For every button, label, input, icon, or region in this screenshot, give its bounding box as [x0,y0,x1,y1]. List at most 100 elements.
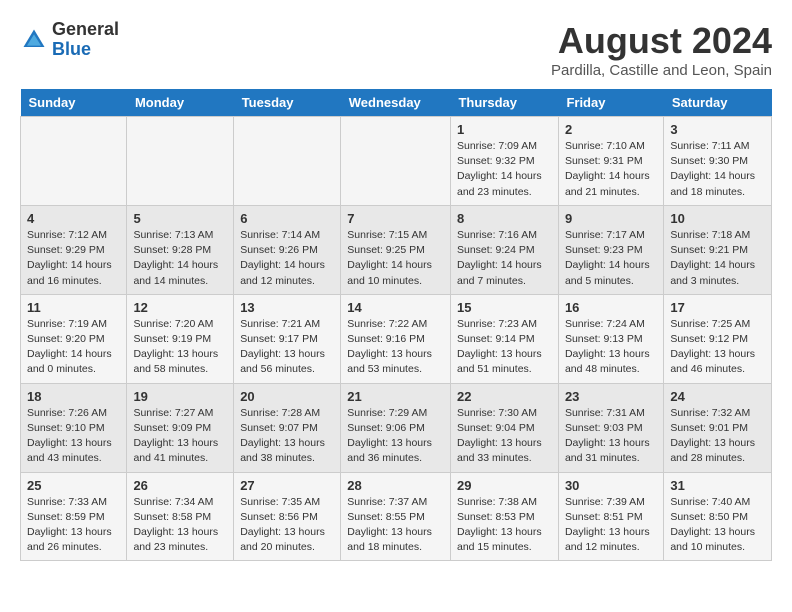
day-number: 12 [133,300,227,315]
calendar-header: SundayMondayTuesdayWednesdayThursdayFrid… [21,89,772,117]
day-details: Sunrise: 7:18 AM Sunset: 9:21 PM Dayligh… [670,228,765,289]
day-header-saturday: Saturday [664,89,772,117]
calendar-cell: 7 Sunrise: 7:15 AM Sunset: 9:25 PM Daylig… [341,205,451,294]
day-number: 6 [240,211,334,226]
title-area: August 2024 Pardilla, Castille and Leon,… [551,20,772,79]
day-number: 7 [347,211,444,226]
day-number: 13 [240,300,334,315]
day-number: 24 [670,389,765,404]
calendar-cell: 15 Sunrise: 7:23 AM Sunset: 9:14 PM Dayli… [450,294,558,383]
day-number: 30 [565,478,657,493]
week-row-3: 11 Sunrise: 7:19 AM Sunset: 9:20 PM Dayli… [21,294,772,383]
day-details: Sunrise: 7:23 AM Sunset: 9:14 PM Dayligh… [457,317,552,378]
day-details: Sunrise: 7:25 AM Sunset: 9:12 PM Dayligh… [670,317,765,378]
day-header-monday: Monday [127,89,234,117]
day-number: 15 [457,300,552,315]
day-details: Sunrise: 7:39 AM Sunset: 8:51 PM Dayligh… [565,495,657,556]
calendar-cell: 5 Sunrise: 7:13 AM Sunset: 9:28 PM Daylig… [127,205,234,294]
calendar-cell: 17 Sunrise: 7:25 AM Sunset: 9:12 PM Dayli… [664,294,772,383]
day-details: Sunrise: 7:19 AM Sunset: 9:20 PM Dayligh… [27,317,120,378]
day-number: 5 [133,211,227,226]
calendar-cell: 26 Sunrise: 7:34 AM Sunset: 8:58 PM Dayli… [127,472,234,561]
calendar-cell [127,117,234,206]
day-number: 21 [347,389,444,404]
day-details: Sunrise: 7:37 AM Sunset: 8:55 PM Dayligh… [347,495,444,556]
day-number: 28 [347,478,444,493]
day-details: Sunrise: 7:29 AM Sunset: 9:06 PM Dayligh… [347,406,444,467]
day-number: 10 [670,211,765,226]
week-row-5: 25Sunrise: 7:33 AM Sunset: 8:59 PM Dayli… [21,472,772,561]
day-details: Sunrise: 7:28 AM Sunset: 9:07 PM Dayligh… [240,406,334,467]
day-number: 31 [670,478,765,493]
logo-text: General Blue [52,20,119,60]
day-number: 29 [457,478,552,493]
calendar-cell: 31 Sunrise: 7:40 AM Sunset: 8:50 PM Dayli… [664,472,772,561]
calendar-cell: 19 Sunrise: 7:27 AM Sunset: 9:09 PM Dayli… [127,383,234,472]
calendar-cell: 21 Sunrise: 7:29 AM Sunset: 9:06 PM Dayli… [341,383,451,472]
day-number: 19 [133,389,227,404]
day-details: Sunrise: 7:15 AM Sunset: 9:25 PM Dayligh… [347,228,444,289]
day-number: 23 [565,389,657,404]
calendar-cell: 23 Sunrise: 7:31 AM Sunset: 9:03 PM Dayli… [558,383,663,472]
calendar-cell: 13 Sunrise: 7:21 AM Sunset: 9:17 PM Dayli… [234,294,341,383]
calendar-table: SundayMondayTuesdayWednesdayThursdayFrid… [20,89,772,561]
day-number: 20 [240,389,334,404]
day-details: Sunrise: 7:21 AM Sunset: 9:17 PM Dayligh… [240,317,334,378]
calendar-cell: 4 Sunrise: 7:12 AM Sunset: 9:29 PM Daylig… [21,205,127,294]
day-details: Sunrise: 7:20 AM Sunset: 9:19 PM Dayligh… [133,317,227,378]
day-number: 16 [565,300,657,315]
day-number: 14 [347,300,444,315]
day-details: Sunrise: 7:17 AM Sunset: 9:23 PM Dayligh… [565,228,657,289]
calendar-cell: 28 Sunrise: 7:37 AM Sunset: 8:55 PM Dayli… [341,472,451,561]
calendar-cell: 1Sunrise: 7:09 AM Sunset: 9:32 PM Daylig… [450,117,558,206]
calendar-cell: 6 Sunrise: 7:14 AM Sunset: 9:26 PM Daylig… [234,205,341,294]
calendar-cell: 3 Sunrise: 7:11 AM Sunset: 9:30 PM Daylig… [664,117,772,206]
logo-icon [20,26,48,54]
week-row-2: 4 Sunrise: 7:12 AM Sunset: 9:29 PM Daylig… [21,205,772,294]
day-number: 3 [670,122,765,137]
calendar-cell: 29Sunrise: 7:38 AM Sunset: 8:53 PM Dayli… [450,472,558,561]
calendar-body: 1Sunrise: 7:09 AM Sunset: 9:32 PM Daylig… [21,117,772,561]
calendar-cell: 10 Sunrise: 7:18 AM Sunset: 9:21 PM Dayli… [664,205,772,294]
day-number: 11 [27,300,120,315]
day-details: Sunrise: 7:40 AM Sunset: 8:50 PM Dayligh… [670,495,765,556]
day-details: Sunrise: 7:16 AM Sunset: 9:24 PM Dayligh… [457,228,552,289]
logo-general: General [52,20,119,40]
logo-blue: Blue [52,40,119,60]
day-details: Sunrise: 7:14 AM Sunset: 9:26 PM Dayligh… [240,228,334,289]
week-row-4: 18Sunrise: 7:26 AM Sunset: 9:10 PM Dayli… [21,383,772,472]
calendar-cell [21,117,127,206]
day-number: 17 [670,300,765,315]
day-details: Sunrise: 7:10 AM Sunset: 9:31 PM Dayligh… [565,139,657,200]
day-details: Sunrise: 7:12 AM Sunset: 9:29 PM Dayligh… [27,228,120,289]
day-details: Sunrise: 7:27 AM Sunset: 9:09 PM Dayligh… [133,406,227,467]
calendar-cell: 14Sunrise: 7:22 AM Sunset: 9:16 PM Dayli… [341,294,451,383]
day-details: Sunrise: 7:31 AM Sunset: 9:03 PM Dayligh… [565,406,657,467]
location-subtitle: Pardilla, Castille and Leon, Spain [551,62,772,79]
day-number: 22 [457,389,552,404]
calendar-cell: 27Sunrise: 7:35 AM Sunset: 8:56 PM Dayli… [234,472,341,561]
day-number: 26 [133,478,227,493]
day-details: Sunrise: 7:30 AM Sunset: 9:04 PM Dayligh… [457,406,552,467]
day-details: Sunrise: 7:34 AM Sunset: 8:58 PM Dayligh… [133,495,227,556]
calendar-cell [341,117,451,206]
logo: General Blue [20,20,119,60]
day-number: 9 [565,211,657,226]
calendar-cell: 24Sunrise: 7:32 AM Sunset: 9:01 PM Dayli… [664,383,772,472]
day-details: Sunrise: 7:13 AM Sunset: 9:28 PM Dayligh… [133,228,227,289]
day-number: 1 [457,122,552,137]
calendar-cell: 22 Sunrise: 7:30 AM Sunset: 9:04 PM Dayli… [450,383,558,472]
header-row: SundayMondayTuesdayWednesdayThursdayFrid… [21,89,772,117]
calendar-cell: 20 Sunrise: 7:28 AM Sunset: 9:07 PM Dayli… [234,383,341,472]
day-number: 4 [27,211,120,226]
day-number: 25 [27,478,120,493]
week-row-1: 1Sunrise: 7:09 AM Sunset: 9:32 PM Daylig… [21,117,772,206]
calendar-cell: 18Sunrise: 7:26 AM Sunset: 9:10 PM Dayli… [21,383,127,472]
calendar-cell: 2 Sunrise: 7:10 AM Sunset: 9:31 PM Daylig… [558,117,663,206]
day-details: Sunrise: 7:11 AM Sunset: 9:30 PM Dayligh… [670,139,765,200]
day-header-thursday: Thursday [450,89,558,117]
calendar-cell: 30 Sunrise: 7:39 AM Sunset: 8:51 PM Dayli… [558,472,663,561]
day-number: 2 [565,122,657,137]
calendar-cell: 25Sunrise: 7:33 AM Sunset: 8:59 PM Dayli… [21,472,127,561]
calendar-cell: 12 Sunrise: 7:20 AM Sunset: 9:19 PM Dayli… [127,294,234,383]
